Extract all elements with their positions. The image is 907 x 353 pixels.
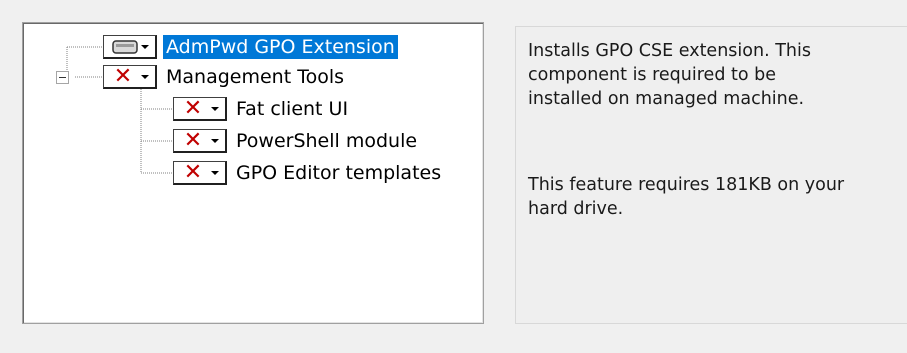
tree-item-label[interactable]: Management Tools	[163, 65, 347, 89]
tree-item-gpo-editor-templates[interactable]: ✕ GPO Editor templates	[173, 159, 444, 187]
install-state-dropdown[interactable]	[103, 35, 157, 59]
install-state-dropdown[interactable]: ✕	[173, 129, 227, 153]
feature-size-requirement: This feature requires 181KB on your hard…	[528, 173, 888, 221]
tree-item-label[interactable]: PowerShell module	[233, 129, 420, 153]
description-line: installed on managed machine.	[528, 89, 805, 109]
size-line: hard drive.	[528, 199, 624, 219]
unavailable-x-icon: ✕	[113, 63, 133, 89]
unavailable-x-icon: ✕	[183, 127, 203, 153]
chevron-down-icon	[141, 74, 149, 79]
tree-item-powershell-module[interactable]: ✕ PowerShell module	[173, 127, 420, 155]
tree-item-fat-client-ui[interactable]: ✕ Fat client UI	[173, 95, 351, 123]
unavailable-x-icon: ✕	[183, 159, 203, 185]
feature-description: Installs GPO CSE extension. This compone…	[528, 39, 888, 111]
install-state-dropdown[interactable]: ✕	[103, 65, 157, 89]
unavailable-x-icon: ✕	[183, 95, 203, 121]
hard-drive-icon	[112, 39, 138, 55]
tree-item-label[interactable]: GPO Editor templates	[233, 161, 444, 185]
tree-item-label[interactable]: AdmPwd GPO Extension	[163, 35, 398, 59]
chevron-down-icon	[211, 106, 219, 111]
chevron-down-icon	[211, 170, 219, 175]
install-state-dropdown[interactable]: ✕	[173, 97, 227, 121]
description-line: Installs GPO CSE extension. This	[528, 41, 811, 61]
install-state-dropdown[interactable]: ✕	[173, 161, 227, 185]
collapse-toggle[interactable]	[56, 71, 69, 84]
feature-description-panel: Installs GPO CSE extension. This compone…	[515, 26, 907, 324]
tree-item-admpwd-gpo-extension[interactable]: AdmPwd GPO Extension	[103, 33, 398, 61]
chevron-down-icon	[211, 138, 219, 143]
tree-item-label[interactable]: Fat client UI	[233, 97, 351, 121]
chevron-down-icon	[141, 44, 149, 49]
tree-item-management-tools[interactable]: ✕ Management Tools	[103, 63, 347, 91]
size-line: This feature requires 181KB on your	[528, 175, 845, 195]
feature-tree[interactable]: AdmPwd GPO Extension ✕ Management Tools …	[22, 22, 484, 324]
description-line: component is required to be	[528, 65, 776, 85]
